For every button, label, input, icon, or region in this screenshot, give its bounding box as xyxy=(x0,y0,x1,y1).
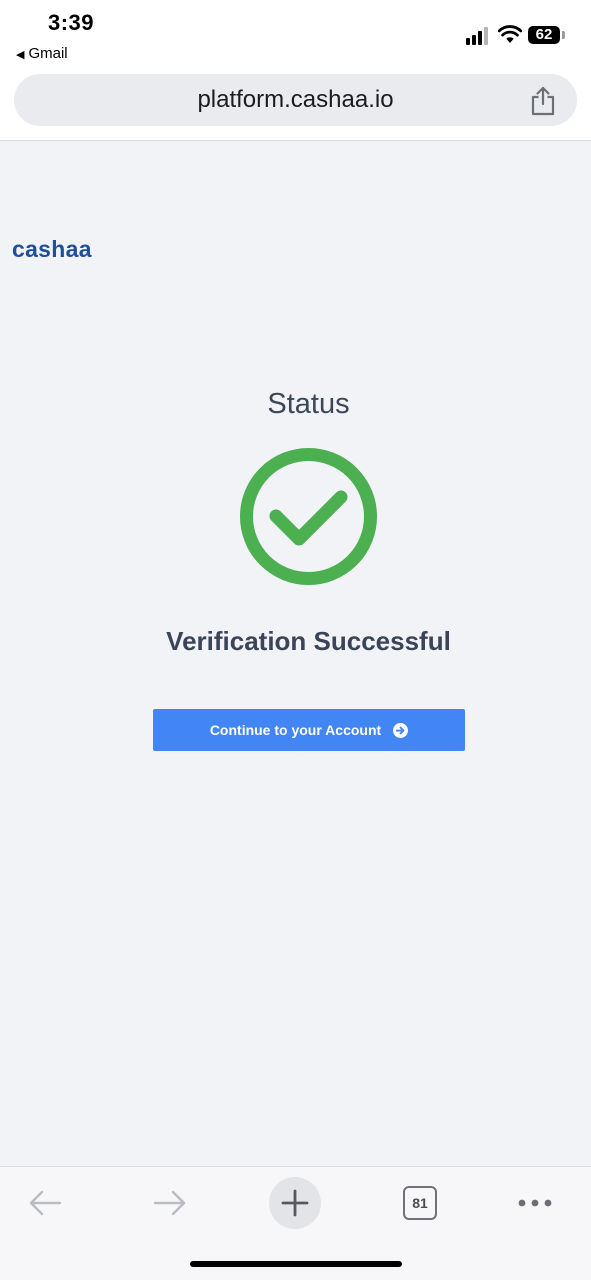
url-text: platform.cashaa.io xyxy=(197,86,394,113)
back-button[interactable] xyxy=(19,1177,71,1229)
cellular-signal-icon xyxy=(466,27,492,45)
address-bar[interactable]: platform.cashaa.io xyxy=(14,74,577,126)
arrow-circle-right-icon xyxy=(393,722,409,738)
new-tab-button[interactable] xyxy=(269,1177,321,1229)
plus-circle xyxy=(269,1177,321,1229)
menu-button[interactable] xyxy=(509,1177,561,1229)
status-bar: 3:39 ◀ Gmail 62 xyxy=(0,0,591,70)
plus-icon xyxy=(281,1189,309,1217)
brand-logo[interactable]: cashaa xyxy=(12,236,92,263)
tabs-icon: 81 xyxy=(403,1186,437,1220)
arrow-left-icon xyxy=(29,1190,62,1216)
battery-tip xyxy=(562,31,565,39)
phone-screen: 3:39 ◀ Gmail 62 platform.cashaa.io casha… xyxy=(0,0,591,1280)
arrow-right-icon xyxy=(153,1190,186,1216)
more-dots-icon xyxy=(518,1199,552,1207)
back-app-label: Gmail xyxy=(28,45,68,62)
tabs-button[interactable]: 81 xyxy=(394,1177,446,1229)
check-circle-icon xyxy=(240,448,377,585)
battery-indicator: 62 xyxy=(528,26,560,44)
status-time: 3:39 xyxy=(48,10,95,35)
wifi-icon xyxy=(498,25,522,43)
share-icon[interactable] xyxy=(530,86,556,116)
back-to-app-link[interactable]: ◀ Gmail xyxy=(16,45,68,62)
verification-heading: Verification Successful xyxy=(166,626,451,656)
status-title: Status xyxy=(267,388,350,420)
back-triangle-icon: ◀ xyxy=(16,49,25,61)
home-indicator[interactable] xyxy=(190,1261,402,1267)
browser-address-area: platform.cashaa.io xyxy=(0,70,591,141)
continue-to-account-button[interactable]: Continue to your Account xyxy=(153,709,465,751)
forward-button[interactable] xyxy=(144,1177,196,1229)
continue-button-label: Continue to your Account xyxy=(209,722,382,738)
